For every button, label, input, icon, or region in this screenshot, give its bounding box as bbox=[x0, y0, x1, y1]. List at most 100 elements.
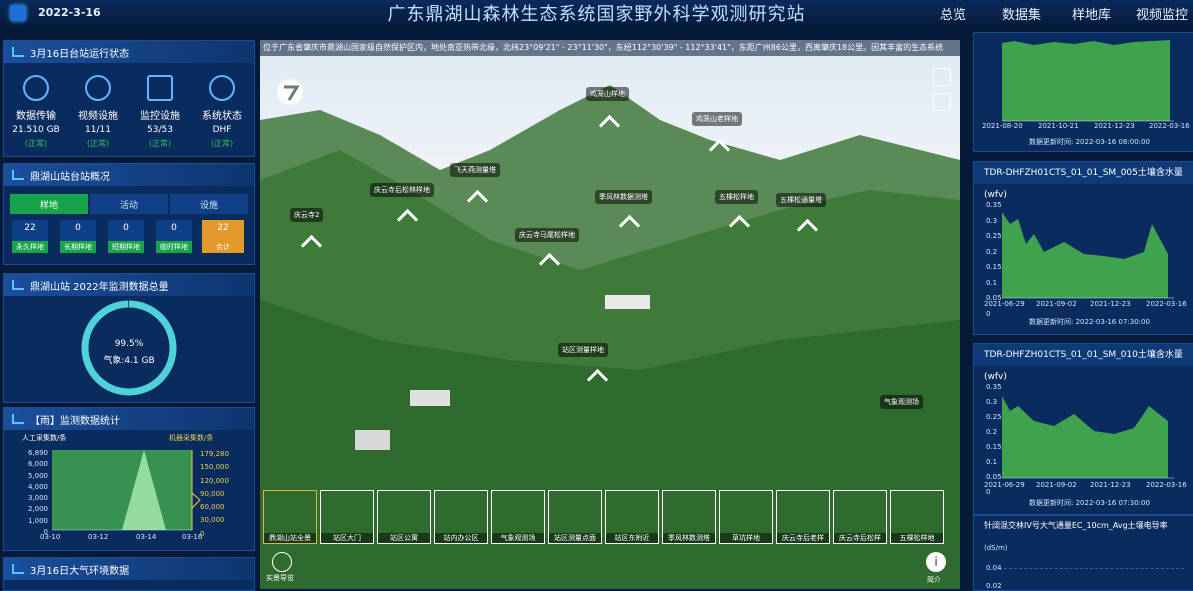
thumbnail[interactable]: 庆云寺后松样 bbox=[833, 490, 887, 544]
soil-chart-005 bbox=[1002, 212, 1174, 299]
x-tick: 2021-08-20 bbox=[982, 122, 1023, 130]
x-tick: 03-10 bbox=[40, 533, 61, 541]
thumbnail[interactable]: 草坑样地 bbox=[719, 490, 773, 544]
air-panel-title: 3月16日大气环境数据 bbox=[30, 565, 130, 577]
chart-icon bbox=[12, 280, 24, 290]
hotspot-label[interactable]: 五棵松样地 bbox=[715, 190, 758, 204]
chart-fill bbox=[1002, 212, 1168, 298]
unit-label: (dS/m) bbox=[984, 544, 1008, 552]
rain-area-manual bbox=[52, 450, 192, 530]
right-panel-4-title: 针阔混交林IV号大气通量EC_10cm_Avg土壤电导率 bbox=[984, 521, 1168, 530]
stat-monitor: 监控设施 53/53 (正常) bbox=[130, 75, 190, 149]
x-tick: 2021-12-23 bbox=[1094, 122, 1135, 130]
right-panel-2-title: TDR-DHFZH01CTS_01_01_SM_005土壤含水量(wfv) bbox=[974, 162, 1193, 200]
top-bar: 2022-3-16 广东鼎湖山森林生态系统国家野外科学观测研究站 总览 数据集 … bbox=[0, 0, 1193, 28]
stat-system: 系统状态 DHF (正常) bbox=[192, 75, 252, 149]
hotspot-label[interactable]: 季风林数据测塔 bbox=[595, 190, 652, 204]
thumbnail[interactable]: 季风林数测塔 bbox=[662, 490, 716, 544]
tab-activities[interactable]: 活动 bbox=[90, 194, 168, 214]
music-icon[interactable] bbox=[933, 93, 951, 111]
air-panel: 3月16日大气环境数据 bbox=[3, 557, 255, 591]
status-panel: 3月16日台站运行状态 数据传输 21.510 GB (正常) 视频设施 11/… bbox=[3, 40, 255, 157]
update-time: 数据更新时间: 2022-03-16 07:30:00 bbox=[1029, 318, 1150, 326]
rain-panel: 【雨】监测数据统计 人工采集数/条 机器采集数/条 6,890 6,000 5,00… bbox=[3, 407, 255, 551]
thumbnail[interactable]: 站区测量点面 bbox=[548, 490, 602, 544]
donut-percent: 99.5% bbox=[114, 339, 144, 349]
nav-plots[interactable]: 样地库 bbox=[1072, 4, 1111, 23]
donut-panel: 鼎湖山站 2022年监测数据总量 99.5% 气象:4.1 GB bbox=[3, 273, 255, 403]
thumbnail[interactable]: 鼎湖山站全景 bbox=[263, 490, 317, 544]
corner-label[interactable]: 实景导览 bbox=[266, 573, 294, 583]
donut-chart bbox=[81, 300, 177, 396]
system-icon bbox=[209, 75, 235, 101]
x-tick: 2022-03-16 bbox=[1149, 122, 1190, 130]
thumbnail[interactable]: 站区公寓 bbox=[377, 490, 431, 544]
hotspot-label[interactable]: 站区测量样地 bbox=[558, 343, 608, 357]
x-tick: 2021-12-23 bbox=[1090, 481, 1131, 489]
right-axis-arrow bbox=[191, 492, 201, 509]
left-ticks: 6,890 6,000 5,000 4,000 3,000 2,000 1,000 0 bbox=[27, 449, 48, 537]
building bbox=[605, 295, 650, 309]
fullscreen-icon[interactable] bbox=[933, 68, 951, 86]
x-tick: 2021-09-02 bbox=[1036, 300, 1077, 308]
thumbnail[interactable]: 站区大门 bbox=[320, 490, 374, 544]
thumbnail[interactable]: 五棵松样地 bbox=[890, 490, 944, 544]
x-tick: 03-12 bbox=[88, 533, 109, 541]
right-panel-3: TDR-DHFZH01CTS_01_01_SM_010土壤含水量(wfv) 0.… bbox=[973, 343, 1193, 515]
info-icon[interactable]: i bbox=[926, 552, 946, 572]
overview-panel: 鼎湖山站台站概况 样地 活动 设施 22 永久样地 0 长期样地 0 短期样地 0 临时… bbox=[3, 163, 255, 265]
stat-data-transfer: 数据传输 21.510 GB (正常) bbox=[6, 75, 66, 149]
video-icon bbox=[85, 75, 111, 101]
rain-panel-title: 【雨】监测数据统计 bbox=[30, 415, 120, 427]
x-tick: 2021-09-02 bbox=[1036, 481, 1077, 489]
count-total: 22 合计 bbox=[202, 220, 244, 253]
count-short-term: 0 短期样地 bbox=[108, 220, 144, 253]
info-label[interactable]: 简介 bbox=[927, 575, 941, 585]
overview-panel-title: 鼎湖山站台站概况 bbox=[30, 171, 110, 183]
map-icon[interactable] bbox=[272, 552, 292, 572]
thumbnail[interactable]: 庆云寺后老样 bbox=[776, 490, 830, 544]
hotspot-label[interactable]: 庆云寺后松林样地 bbox=[370, 183, 434, 197]
hotspot-label[interactable]: 鸡笼山样地 bbox=[586, 87, 629, 101]
hotspot-label[interactable]: 庆云寺2 bbox=[290, 208, 324, 222]
x-tick: 2021-06-29 bbox=[984, 300, 1025, 308]
logo-circle bbox=[277, 79, 303, 105]
building bbox=[355, 430, 390, 450]
right-panel-2: TDR-DHFZH01CTS_01_01_SM_005土壤含水量(wfv) 0.… bbox=[973, 161, 1193, 335]
nav-overview[interactable]: 总览 bbox=[940, 4, 966, 23]
thumbnail[interactable]: 气象观测场 bbox=[491, 490, 545, 544]
right-panel-1: 2021-08-20 2021-10-21 2021-12-23 2022-03… bbox=[973, 32, 1193, 152]
tab-facilities[interactable]: 设施 bbox=[170, 194, 248, 214]
thumbnail[interactable]: 站内办公区 bbox=[434, 490, 488, 544]
chart-icon bbox=[12, 47, 24, 57]
count-temporary: 0 临时样地 bbox=[156, 220, 192, 253]
soil-chart-010 bbox=[1002, 396, 1174, 479]
intro-marquee: 位于广东省肇庆市鼎湖山国家级自然保护区内，地处南亚热带北缘，北纬23°09'21… bbox=[260, 40, 960, 56]
hotspot-label[interactable]: 庆云寺马尾松样地 bbox=[515, 228, 579, 242]
stat-video: 视频设施 11/11 (正常) bbox=[68, 75, 128, 149]
tab-plots[interactable]: 样地 bbox=[10, 194, 88, 214]
cloud-icon bbox=[23, 75, 49, 101]
chart-area bbox=[1002, 40, 1174, 122]
nav-datasets[interactable]: 数据集 bbox=[1002, 4, 1041, 23]
panorama-viewer[interactable]: 位于广东省肇庆市鼎湖山国家级自然保护区内，地处南亚热带北缘，北纬23°09'21… bbox=[260, 40, 960, 589]
count-long-term: 0 长期样地 bbox=[60, 220, 96, 253]
hotspot-label[interactable]: 飞天燕测量塔 bbox=[450, 163, 500, 177]
nav-video[interactable]: 视频监控 bbox=[1136, 4, 1188, 23]
chart-fill bbox=[1002, 396, 1168, 478]
hotspot-label[interactable]: 五棵松通量塔 bbox=[776, 193, 826, 207]
thumbnail[interactable]: 站区东附近 bbox=[605, 490, 659, 544]
hotspot-label[interactable]: 鸡笼山老样地 bbox=[692, 112, 742, 126]
chart-icon bbox=[12, 414, 24, 424]
chart-icon bbox=[12, 170, 24, 180]
count-permanent: 22 永久样地 bbox=[12, 220, 48, 253]
right-ticks: 179,280 150,000 120,000 90,000 60,000 30,000 0 bbox=[200, 450, 229, 538]
donut-panel-title: 鼎湖山站 2022年监测数据总量 bbox=[30, 281, 169, 293]
hotspot-label[interactable]: 气象观测场 bbox=[880, 395, 923, 409]
grid-line bbox=[1004, 568, 1184, 569]
chart-icon bbox=[12, 564, 24, 574]
x-tick: 2021-10-21 bbox=[1038, 122, 1079, 130]
x-tick: 03-16 bbox=[182, 533, 203, 541]
chart-fill bbox=[1002, 40, 1170, 121]
building bbox=[410, 390, 450, 406]
